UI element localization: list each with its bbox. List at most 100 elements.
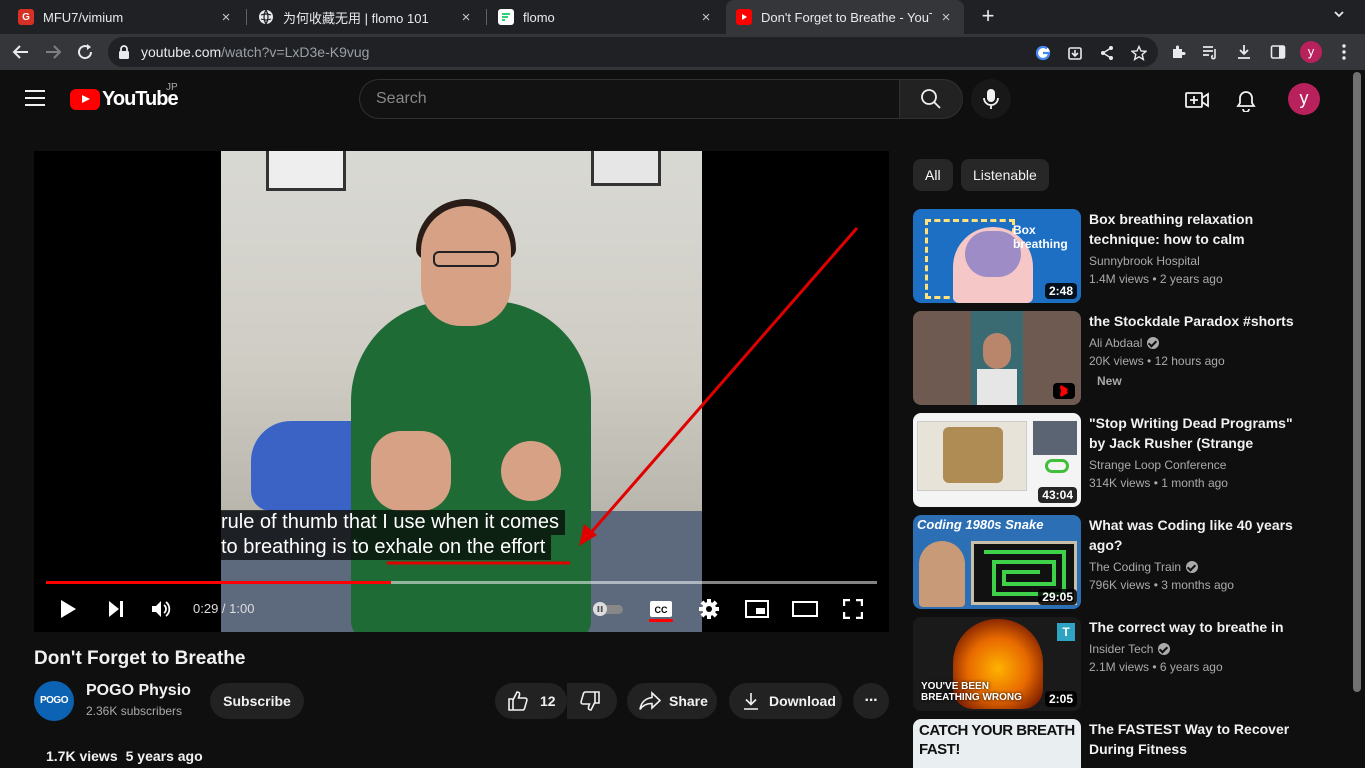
browser-menu-icon[interactable] xyxy=(1334,42,1354,62)
next-button[interactable] xyxy=(102,595,130,623)
video-thumbnail[interactable]: 43:04 xyxy=(913,413,1081,507)
view-info[interactable]: 1.7K views 5 years ago xyxy=(46,748,211,764)
download-button[interactable]: Download xyxy=(729,683,842,719)
search-input[interactable] xyxy=(360,80,900,118)
create-video-icon[interactable] xyxy=(1185,88,1209,112)
voice-search-button[interactable] xyxy=(971,79,1011,119)
video-title[interactable]: "Stop Writing Dead Programs" by Jack Rus… xyxy=(1089,413,1295,453)
search-box xyxy=(359,79,900,119)
play-button[interactable] xyxy=(54,595,82,623)
url-host: youtube.com xyxy=(141,44,222,60)
extensions-puzzle-icon[interactable] xyxy=(1168,42,1188,62)
progress-bar[interactable] xyxy=(46,581,877,584)
subtitles-active-indicator xyxy=(649,619,673,622)
github-red-icon: G xyxy=(18,9,34,25)
upload-age: 1 month ago xyxy=(1161,476,1228,490)
progress-played xyxy=(46,581,392,584)
chip-all[interactable]: All xyxy=(913,159,953,191)
thumbnail-illustration xyxy=(943,427,1003,483)
browser-profile-avatar[interactable]: y xyxy=(1300,41,1322,63)
like-button[interactable]: 12 xyxy=(495,683,567,719)
browser-tab-flomo-101[interactable]: 为何收藏无用 | flomo 101 × xyxy=(248,0,484,34)
more-actions-button[interactable]: ··· xyxy=(853,683,889,719)
channel-name[interactable]: Ali Abdaal xyxy=(1089,336,1160,350)
channel-name[interactable]: The Coding Train xyxy=(1089,560,1199,574)
upload-age: 12 hours ago xyxy=(1154,354,1225,368)
recommendation-item[interactable]: Box breathing 2:48 Box breathing relaxat… xyxy=(913,209,1353,303)
subscribe-button[interactable]: Subscribe xyxy=(210,683,304,719)
channel-name[interactable]: Strange Loop Conference xyxy=(1089,458,1226,472)
install-app-icon[interactable] xyxy=(1066,44,1084,62)
tab-title: Don't Forget to Breathe - YouTube xyxy=(761,9,932,25)
caption-window[interactable]: rule of thumb that I use when it comes t… xyxy=(221,510,565,560)
dislike-button[interactable] xyxy=(567,683,617,719)
hamburger-menu-icon[interactable] xyxy=(25,90,45,106)
share-button[interactable]: Share xyxy=(627,683,717,719)
video-duration: 43:04 xyxy=(1038,487,1077,503)
recommendation-item[interactable]: the Stockdale Paradox #shorts Ali Abdaal… xyxy=(913,311,1353,405)
close-tab-icon[interactable]: × xyxy=(938,9,954,26)
account-avatar[interactable]: y xyxy=(1288,83,1320,115)
google-lens-icon[interactable] xyxy=(1034,44,1052,62)
back-arrow-icon[interactable] xyxy=(10,41,32,63)
caption-line-2: to breathing is to exhale on the effort xyxy=(221,535,552,560)
chip-listenable[interactable]: Listenable xyxy=(961,159,1049,191)
video-thumbnail[interactable]: Box breathing 2:48 xyxy=(913,209,1081,303)
address-bar[interactable]: youtube.com/watch?v=LxD3e-K9vug xyxy=(108,37,1158,67)
video-player[interactable]: rule of thumb that I use when it comes t… xyxy=(34,151,889,632)
recommendation-item[interactable]: T YOU'VE BEEN BREATHING WRONG 2:05 The c… xyxy=(913,617,1353,711)
tab-title: 为何收藏无用 | flomo 101 xyxy=(283,10,429,26)
video-title[interactable]: Box breathing relaxation technique: how … xyxy=(1089,209,1295,249)
channel-name[interactable]: Sunnybrook Hospital xyxy=(1089,254,1200,268)
channel-avatar[interactable]: POGO xyxy=(34,681,74,721)
reload-icon[interactable] xyxy=(74,41,96,63)
forward-arrow-icon[interactable] xyxy=(42,41,64,63)
downloads-icon[interactable] xyxy=(1234,42,1254,62)
thumbnail-shirt xyxy=(977,369,1017,405)
bookmark-star-icon[interactable] xyxy=(1130,44,1148,62)
channel-name[interactable]: POGO Physio xyxy=(86,682,191,700)
presenter-hand xyxy=(371,431,451,511)
video-title[interactable]: The correct way to breathe in xyxy=(1089,617,1295,637)
browser-tab-youtube[interactable]: Don't Forget to Breathe - YouTube × xyxy=(726,0,964,34)
mute-button[interactable] xyxy=(148,595,176,623)
media-queue-icon[interactable] xyxy=(1200,42,1220,62)
tab-search-chevron-icon[interactable] xyxy=(1333,8,1345,23)
settings-button[interactable] xyxy=(695,595,723,623)
video-thumbnail[interactable] xyxy=(913,311,1081,405)
close-tab-icon[interactable]: × xyxy=(218,9,234,26)
share-icon[interactable] xyxy=(1098,44,1116,62)
video-thumbnail[interactable]: T YOU'VE BEEN BREATHING WRONG 2:05 xyxy=(913,617,1081,711)
autoplay-toggle[interactable] xyxy=(590,595,626,623)
upload-age: 2 years ago xyxy=(1159,272,1223,286)
browser-tab-flomo[interactable]: flomo × xyxy=(488,0,724,34)
search-button[interactable] xyxy=(899,79,963,119)
youtube-logo[interactable]: YouTube JP xyxy=(70,82,179,111)
wall-poster xyxy=(591,151,661,186)
theater-mode-icon xyxy=(792,601,818,617)
video-title[interactable]: What was Coding like 40 years ago? xyxy=(1089,515,1295,555)
notifications-bell-icon[interactable] xyxy=(1235,88,1259,113)
video-title[interactable]: the Stockdale Paradox #shorts xyxy=(1089,311,1295,331)
recommendation-item[interactable]: 43:04 "Stop Writing Dead Programs" by Ja… xyxy=(913,413,1353,507)
recommendation-item[interactable]: CATCH YOUR BREATH FAST! The FASTEST Way … xyxy=(913,719,1353,768)
browser-tab-vimium[interactable]: G MFU7/vimium × xyxy=(8,0,244,34)
side-panel-icon[interactable] xyxy=(1268,42,1288,62)
page-scrollbar-thumb[interactable] xyxy=(1353,72,1361,692)
channel-name[interactable]: Insider Tech xyxy=(1089,642,1171,656)
video-thumbnail[interactable]: CATCH YOUR BREATH FAST! xyxy=(913,719,1081,768)
miniplayer-button[interactable] xyxy=(743,595,771,623)
tab-separator xyxy=(486,9,487,25)
lock-icon[interactable] xyxy=(118,45,130,64)
fullscreen-button[interactable] xyxy=(839,595,867,623)
close-tab-icon[interactable]: × xyxy=(698,9,714,26)
channel-text: Ali Abdaal xyxy=(1089,336,1143,350)
video-thumbnail[interactable]: Coding 1980s Snake 29:05 xyxy=(913,515,1081,609)
recommendation-item[interactable]: Coding 1980s Snake 29:05 What was Coding… xyxy=(913,515,1353,609)
channel-text: The Coding Train xyxy=(1089,560,1182,574)
theater-mode-button[interactable] xyxy=(791,595,819,623)
new-tab-button[interactable]: + xyxy=(976,5,1000,29)
skip-next-icon xyxy=(109,601,123,617)
video-title[interactable]: The FASTEST Way to Recover During Fitnes… xyxy=(1089,719,1295,759)
close-tab-icon[interactable]: × xyxy=(458,9,474,26)
